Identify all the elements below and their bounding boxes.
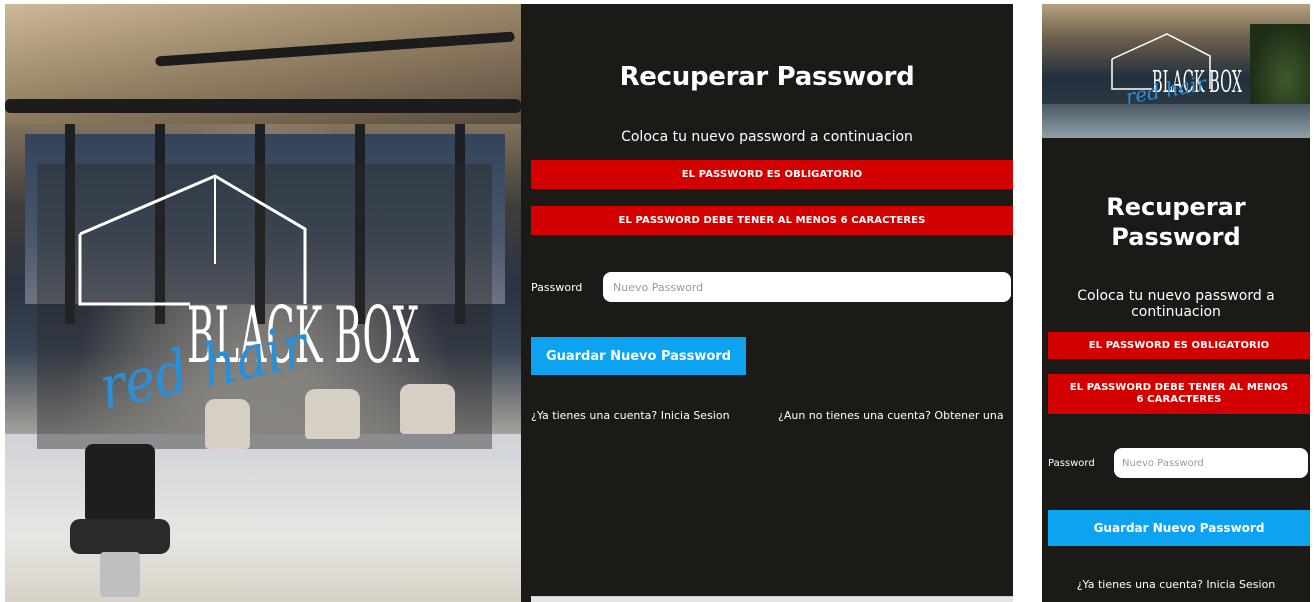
password-label: Password (1048, 457, 1095, 469)
password-input[interactable] (603, 272, 1011, 302)
form-subtitle: Coloca tu nuevo password a continuacion (1077, 288, 1275, 320)
password-field-row: Password (1048, 448, 1308, 478)
login-link[interactable]: ¿Ya tienes una cuenta? Inicia Sesion (531, 409, 730, 422)
mobile-hero-image: BLACK BOX red hair (1042, 4, 1310, 138)
horizontal-scrollbar[interactable] (531, 596, 1013, 602)
password-label: Password (531, 280, 583, 294)
alert-password-length: EL PASSWORD DEBE TENER AL MENOS 6 CARACT… (1048, 374, 1310, 414)
salon-hero-image: BLACK BOX red hair (5, 4, 521, 602)
register-link[interactable]: ¿Aun no tienes una cuenta? Obtener una (778, 409, 1004, 422)
page-title: Recuperar Password (619, 62, 915, 92)
save-password-button[interactable]: Guardar Nuevo Password (1048, 510, 1310, 546)
alert-password-required: EL PASSWORD ES OBLIGATORIO (1048, 332, 1310, 359)
password-field-row: Password (531, 272, 1011, 302)
black-box-logo: BLACK BOX red hair (78, 174, 419, 424)
save-password-button[interactable]: Guardar Nuevo Password (531, 337, 746, 375)
page-title: Recuperar Password (1042, 192, 1310, 252)
recovery-form-panel: Recuperar Password Coloca tu nuevo passw… (521, 4, 1013, 602)
alert-password-required: EL PASSWORD ES OBLIGATORIO (531, 160, 1013, 189)
page-title-text: Recuperar Password (1106, 193, 1246, 251)
form-subtitle: Coloca tu nuevo password a continuacion (621, 129, 913, 145)
black-box-logo: BLACK BOX red hair (1111, 33, 1242, 109)
desktop-view: BLACK BOX red hair Recuperar Password Co… (5, 4, 1013, 602)
password-input[interactable] (1114, 448, 1308, 478)
alert-password-length: EL PASSWORD DEBE TENER AL MENOS 6 CARACT… (531, 206, 1013, 235)
login-link[interactable]: ¿Ya tienes una cuenta? Inicia Sesion (1042, 578, 1310, 591)
mobile-view: BLACK BOX red hair Recuperar Password Co… (1042, 4, 1310, 602)
